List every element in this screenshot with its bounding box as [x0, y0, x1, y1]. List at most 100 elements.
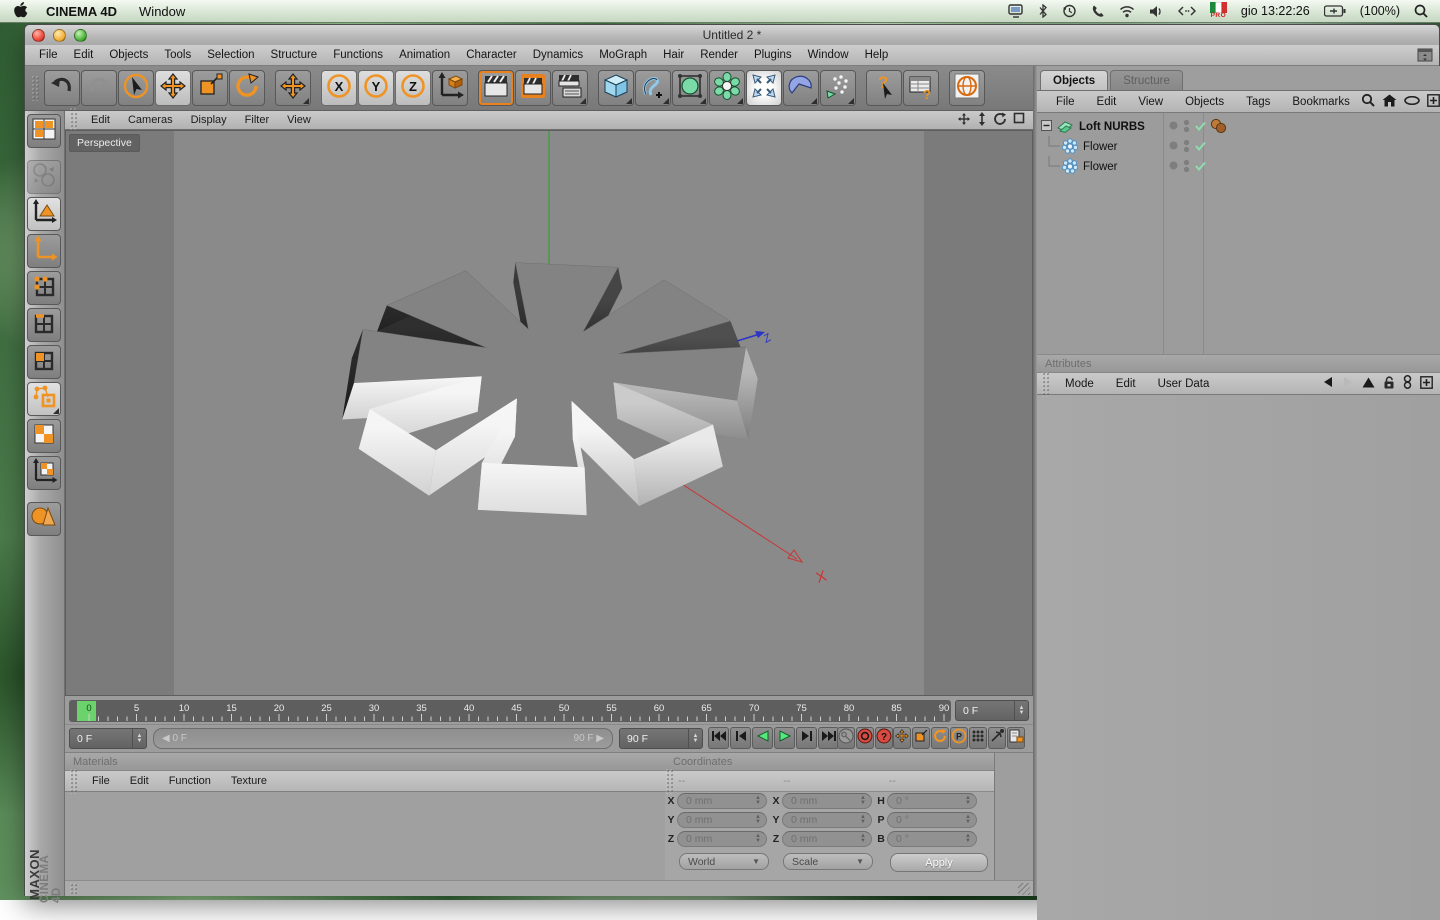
- texture-axis-mode-button[interactable]: [27, 456, 61, 490]
- history-back-icon[interactable]: [1322, 376, 1334, 391]
- attributes-empty-area[interactable]: [1037, 395, 1440, 920]
- next-frame-button[interactable]: [796, 727, 817, 749]
- position-field-x[interactable]: 0 mm▲▼: [677, 793, 767, 809]
- app-menu-structure[interactable]: Structure: [263, 49, 326, 61]
- rotation-field-p[interactable]: 0 °▲▼: [887, 812, 977, 828]
- parent-up-icon[interactable]: [1362, 377, 1375, 391]
- spinner[interactable]: ▲▼: [755, 815, 766, 825]
- panel-grip[interactable]: [69, 882, 78, 895]
- materials-menu-function[interactable]: Function: [159, 775, 221, 787]
- coordinate-system-button[interactable]: [432, 70, 468, 106]
- object-axis-mode-button[interactable]: [27, 234, 61, 268]
- spinner[interactable]: ▲▼: [965, 796, 976, 806]
- materials-menu-edit[interactable]: Edit: [120, 775, 159, 787]
- app-menu-edit[interactable]: Edit: [66, 49, 102, 61]
- position-field-y[interactable]: 0 mm▲▼: [677, 812, 767, 828]
- maximize-icon[interactable]: [1013, 112, 1025, 129]
- end-frame-field[interactable]: 90 F▲▼: [619, 728, 703, 749]
- polygons-mode-button[interactable]: [27, 345, 61, 379]
- display-icon[interactable]: [1008, 4, 1024, 18]
- volume-icon[interactable]: [1149, 5, 1164, 18]
- app-menu-functions[interactable]: Functions: [325, 49, 391, 61]
- window-title-bar[interactable]: Untitled 2 *: [25, 25, 1439, 46]
- previous-frame-button[interactable]: [730, 727, 751, 749]
- spinner[interactable]: ▲▼: [755, 834, 766, 844]
- history-forward-icon[interactable]: [1342, 376, 1354, 391]
- phone-icon[interactable]: [1091, 4, 1105, 18]
- menubar-window-menu[interactable]: Window: [139, 4, 185, 19]
- network-arrows-icon[interactable]: [1178, 6, 1196, 16]
- add-array-button[interactable]: [709, 70, 745, 106]
- app-menu-plugins[interactable]: Plugins: [746, 49, 800, 61]
- record-rotation-button[interactable]: [931, 727, 949, 749]
- visibility-dots[interactable]: [1183, 119, 1190, 136]
- perspective-viewport[interactable]: XZ Perspective: [65, 130, 1033, 696]
- add-panel-icon[interactable]: [1427, 94, 1440, 110]
- attributes-menu-mode[interactable]: Mode: [1054, 378, 1105, 390]
- lock-axis-x-button[interactable]: X: [321, 70, 357, 106]
- phong-tag-icon[interactable]: [1209, 118, 1227, 137]
- viewport-menu-cameras[interactable]: Cameras: [119, 114, 182, 126]
- app-menu-objects[interactable]: Objects: [101, 49, 156, 61]
- enable-dot[interactable]: [1169, 161, 1178, 173]
- visibility-dots[interactable]: [1183, 139, 1190, 156]
- record-scale-button[interactable]: [912, 727, 930, 749]
- render-settings-button[interactable]: [552, 70, 588, 106]
- texture-mode-button[interactable]: [27, 419, 61, 453]
- go-to-end-button[interactable]: [818, 727, 839, 749]
- objects-menu-objects[interactable]: Objects: [1174, 96, 1235, 108]
- layout-switch-icon[interactable]: [1417, 48, 1433, 62]
- rotation-field-b[interactable]: 0 °▲▼: [887, 831, 977, 847]
- rotate-view-icon[interactable]: [993, 112, 1007, 129]
- viewport-menu-view[interactable]: View: [278, 114, 320, 126]
- pan-icon[interactable]: [957, 112, 971, 129]
- object-name[interactable]: Flower: [1083, 161, 1118, 173]
- tab-structure[interactable]: Structure: [1110, 70, 1183, 90]
- spinner[interactable]: ▲▼: [860, 815, 871, 825]
- object-name[interactable]: Flower: [1083, 141, 1118, 153]
- menubar-clock[interactable]: gio 13:22:26: [1241, 4, 1310, 18]
- animation-mode-button[interactable]: [27, 382, 61, 416]
- render-active-view-button[interactable]: [515, 70, 551, 106]
- current-frame-field[interactable]: 0 F▲▼: [69, 728, 147, 749]
- spinner[interactable]: ▲▼: [1014, 701, 1028, 720]
- record-parameter-button[interactable]: P: [950, 727, 968, 749]
- size-field-x[interactable]: 0 mm▲▼: [782, 793, 872, 809]
- spinner[interactable]: ▲▼: [688, 729, 702, 748]
- object-tree-row[interactable]: Flower: [1037, 137, 1440, 157]
- attributes-menu-user-data[interactable]: User Data: [1147, 378, 1221, 390]
- online-help-globe-button[interactable]: [949, 70, 985, 106]
- keyboard-layout-flag[interactable]: PRO: [1210, 2, 1227, 20]
- object-manager-tree[interactable]: Loft NURBS Flower Flower: [1037, 113, 1440, 355]
- edges-mode-button[interactable]: [27, 308, 61, 342]
- model-mode-button[interactable]: [27, 197, 61, 231]
- record-keyframe-button[interactable]: [837, 727, 855, 749]
- app-menu-hair[interactable]: Hair: [655, 49, 692, 61]
- spotlight-search-icon[interactable]: [1414, 4, 1428, 18]
- time-machine-icon[interactable]: [1062, 4, 1077, 18]
- app-menu-render[interactable]: Render: [692, 49, 746, 61]
- apple-menu-icon[interactable]: [14, 2, 28, 21]
- enabled-check-icon[interactable]: [1195, 161, 1206, 174]
- viewport-menu-filter[interactable]: Filter: [236, 114, 278, 126]
- app-menu-dynamics[interactable]: Dynamics: [525, 49, 591, 61]
- command-palette-button[interactable]: ?: [903, 70, 939, 106]
- lock-icon[interactable]: [1383, 376, 1395, 392]
- context-help-button[interactable]: ?: [866, 70, 902, 106]
- app-menu-mograph[interactable]: MoGraph: [591, 49, 655, 61]
- keyframe-selection-button[interactable]: [988, 727, 1006, 749]
- move-tool-button[interactable]: [155, 70, 191, 106]
- attributes-menu-edit[interactable]: Edit: [1105, 378, 1147, 390]
- display-mode-button[interactable]: [27, 502, 61, 536]
- spinner[interactable]: ▲▼: [965, 834, 976, 844]
- app-menu-selection[interactable]: Selection: [199, 49, 262, 61]
- expander-icon[interactable]: [1041, 120, 1052, 134]
- rotate-tool-button[interactable]: [229, 70, 265, 106]
- app-menu-character[interactable]: Character: [458, 49, 525, 61]
- objects-menu-bookmarks[interactable]: Bookmarks: [1281, 96, 1361, 108]
- add-modeling-object-button[interactable]: [783, 70, 819, 106]
- materials-menu-texture[interactable]: Texture: [221, 775, 277, 787]
- rotation-field-h[interactable]: 0 °▲▼: [887, 793, 977, 809]
- objects-menu-view[interactable]: View: [1127, 96, 1174, 108]
- play-backward-button[interactable]: [752, 727, 773, 749]
